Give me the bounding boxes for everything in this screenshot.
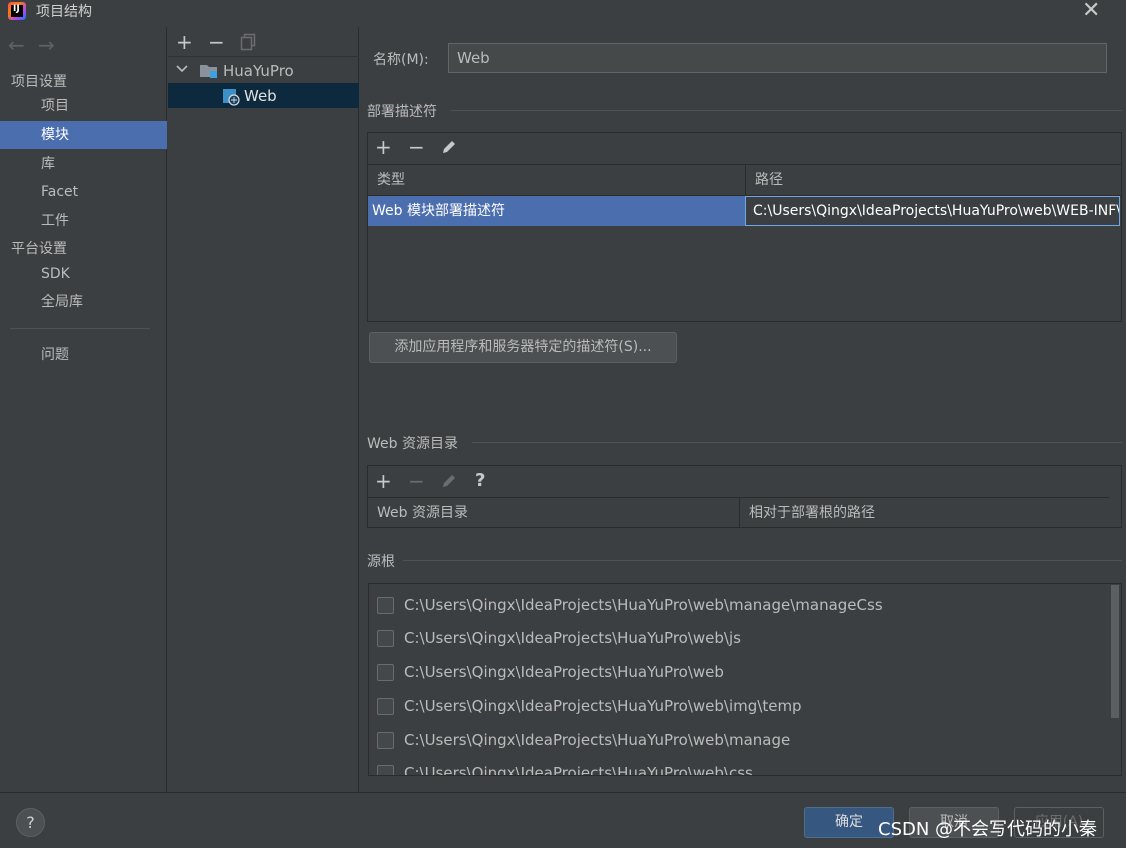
checkbox[interactable] [377, 764, 394, 775]
nav-divider [10, 328, 150, 329]
checkbox[interactable] [377, 731, 394, 749]
deployment-descriptors-title: 部署描述符 [367, 104, 437, 120]
source-root-item[interactable]: C:\Users\Qingx\IdeaProjects\HuaYuPro\web… [377, 592, 883, 618]
source-root-item[interactable]: C:\Users\Qingx\IdeaProjects\HuaYuPro\web… [377, 693, 802, 719]
module-name-label: 名称(M): [373, 52, 429, 68]
source-roots-list: C:\Users\Qingx\IdeaProjects\HuaYuPro\web… [368, 583, 1122, 776]
web-facet-icon [222, 88, 240, 106]
group-divider [472, 442, 1122, 443]
source-roots-title: 源根 [367, 554, 395, 570]
nav-item-modules[interactable]: 模块 [0, 121, 167, 149]
source-roots-scrollbar[interactable] [1111, 585, 1119, 718]
pencil-icon[interactable] [440, 472, 458, 490]
group-divider [403, 560, 1122, 561]
tree-item-project[interactable]: HuaYuPro [223, 62, 294, 80]
column-header-type[interactable]: 类型 [368, 165, 745, 195]
add-module-button[interactable]: + [176, 32, 193, 52]
add-descriptor-button[interactable]: + [375, 137, 392, 157]
project-settings-heading: 项目设置 [11, 74, 67, 90]
remove-resource-dir-button[interactable]: − [408, 471, 425, 491]
tree-item-web-label: Web [244, 87, 277, 105]
add-resource-dir-button[interactable]: + [375, 471, 392, 491]
resource-dirs-header: Web 资源目录 相对于部署根的路径 [368, 497, 1109, 528]
source-root-item[interactable]: C:\Users\Qingx\IdeaProjects\HuaYuPro\web [377, 659, 724, 685]
platform-settings-heading: 平台设置 [11, 241, 67, 257]
add-server-specific-descriptor-button[interactable]: 添加应用程序和服务器特定的描述符(S)... [369, 332, 677, 363]
column-header-relative-path[interactable]: 相对于部署根的路径 [740, 498, 1109, 528]
remove-descriptor-button[interactable]: − [408, 137, 425, 157]
source-root-path: C:\Users\Qingx\IdeaProjects\HuaYuPro\web… [404, 731, 791, 749]
web-resource-dirs-title: Web 资源目录 [367, 436, 458, 452]
deployment-descriptors-table [367, 132, 1122, 322]
remove-module-button[interactable]: − [208, 32, 225, 52]
column-header-web-resource-dir[interactable]: Web 资源目录 [368, 498, 739, 528]
checkbox[interactable] [377, 596, 394, 614]
checkbox[interactable] [377, 629, 394, 647]
descriptors-header: 类型 路径 [368, 164, 1121, 196]
back-arrow-icon[interactable]: ← [8, 33, 25, 57]
close-icon[interactable]: ✕ [1082, 0, 1100, 23]
help-question-icon[interactable]: ? [475, 471, 485, 491]
source-root-item[interactable]: C:\Users\Qingx\IdeaProjects\HuaYuPro\web… [377, 625, 741, 651]
footer-divider [0, 792, 1126, 793]
nav-item-problems[interactable]: 问题 [0, 341, 167, 369]
checkbox[interactable] [377, 697, 394, 715]
nav-item-artifacts[interactable]: 工件 [0, 207, 167, 235]
source-root-path: C:\Users\Qingx\IdeaProjects\HuaYuPro\web… [404, 629, 741, 647]
pencil-icon[interactable] [440, 138, 458, 156]
module-name-input[interactable]: Web [448, 43, 1107, 73]
source-root-path: C:\Users\Qingx\IdeaProjects\HuaYuPro\web… [404, 596, 883, 614]
module-folder-icon [199, 62, 219, 80]
intellij-logo-icon: IJ [8, 2, 26, 20]
copy-icon[interactable] [240, 33, 258, 51]
checkbox[interactable] [377, 663, 394, 681]
source-root-path: C:\Users\Qingx\IdeaProjects\HuaYuPro\web… [404, 764, 753, 776]
source-root-item[interactable]: C:\Users\Qingx\IdeaProjects\HuaYuPro\web… [377, 727, 790, 753]
module-tree-panel [168, 27, 359, 792]
window-title: 项目结构 [36, 4, 92, 20]
nav-item-libraries[interactable]: 库 [0, 150, 167, 178]
nav-item-global-libraries[interactable]: 全局库 [0, 288, 167, 316]
help-button[interactable]: ? [16, 808, 45, 837]
nav-item-project[interactable]: 项目 [0, 92, 167, 120]
source-root-path: C:\Users\Qingx\IdeaProjects\HuaYuPro\web [404, 663, 724, 681]
forward-arrow-icon[interactable]: → [38, 33, 55, 57]
nav-item-facets[interactable]: Facet [0, 178, 167, 206]
source-root-item[interactable]: C:\Users\Qingx\IdeaProjects\HuaYuPro\web… [377, 760, 753, 776]
source-root-path: C:\Users\Qingx\IdeaProjects\HuaYuPro\web… [404, 697, 802, 715]
group-divider [450, 110, 1122, 111]
csdn-watermark: CSDN @不会写代码的小秦 [878, 819, 1098, 840]
descriptor-type-cell[interactable]: Web 模块部署描述符 [368, 196, 745, 226]
chevron-down-icon[interactable] [175, 62, 189, 76]
descriptor-path-cell[interactable]: C:\Users\Qingx\IdeaProjects\HuaYuPro\web… [745, 196, 1120, 226]
column-header-path[interactable]: 路径 [746, 165, 1121, 195]
title-bar [0, 0, 1126, 22]
nav-item-sdk[interactable]: SDK [0, 260, 167, 288]
tree-toolbar-divider [168, 56, 359, 57]
